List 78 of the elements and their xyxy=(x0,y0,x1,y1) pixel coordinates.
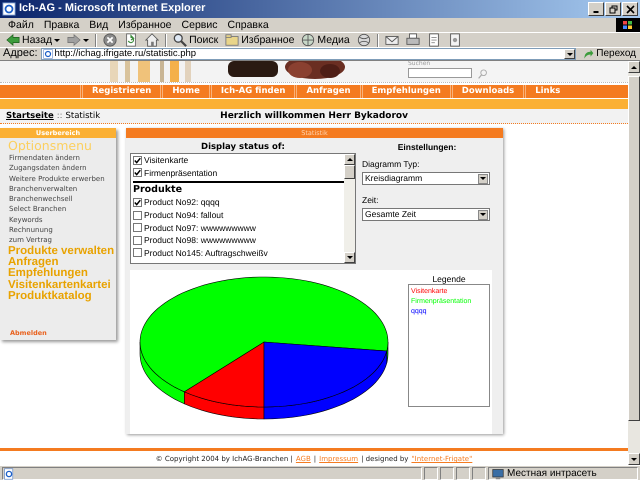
dropdown-button[interactable] xyxy=(564,49,576,59)
group-heading: Produkte xyxy=(132,184,184,196)
checkbox-item[interactable]: Visitenkarte xyxy=(131,154,344,167)
legend-title: Legende xyxy=(431,274,467,284)
checkbox[interactable] xyxy=(133,156,142,165)
status-pane xyxy=(472,467,486,480)
checkbox[interactable] xyxy=(133,236,142,245)
checkbox-item[interactable]: Product No98: wwwwwwwww xyxy=(131,234,344,247)
down-arrow-icon[interactable] xyxy=(631,458,637,460)
right-arrow-icon xyxy=(67,33,82,47)
go-arrow-icon xyxy=(583,48,594,60)
caret-icon xyxy=(83,38,90,42)
welcome-text: Herzlich willkommen Herr Bykadorov xyxy=(220,110,408,122)
back-button[interactable]: Назад xyxy=(3,32,64,48)
section-heading: Display status of: xyxy=(200,141,286,153)
field-label: Diagramm Typ: xyxy=(362,159,420,170)
search-icon xyxy=(173,33,188,47)
checkbox-item[interactable]: Product No92: qqqq xyxy=(131,196,344,209)
caret-icon[interactable] xyxy=(480,177,486,180)
close-icon xyxy=(626,4,634,14)
search-field[interactable] xyxy=(408,68,472,78)
home-icon xyxy=(145,33,160,47)
restore-icon xyxy=(608,4,618,14)
search-button[interactable]: Поиск xyxy=(170,32,222,48)
restore-button[interactable] xyxy=(605,2,621,16)
globe-icon xyxy=(301,33,316,47)
checkbox-item[interactable]: Product No145: Auftragschweißv xyxy=(131,246,344,260)
folder-icon xyxy=(225,33,240,47)
address-field[interactable]: http://ichag.ifrigate.ru/statistic.php xyxy=(40,48,576,60)
browser-icon xyxy=(2,2,16,16)
caret-icon xyxy=(54,38,60,42)
down-arrow-icon[interactable] xyxy=(346,256,352,259)
close-button[interactable] xyxy=(622,2,638,16)
section-heading: Einstellungen: xyxy=(396,141,458,153)
dropdown-field[interactable]: Gesamte Zeit xyxy=(362,208,490,221)
throbber-logo xyxy=(616,18,640,32)
minimize-button[interactable] xyxy=(588,2,604,16)
envelope-icon xyxy=(384,33,399,47)
favorites-button[interactable]: Избранное xyxy=(222,32,298,48)
globe-icon xyxy=(356,33,371,47)
status-pane xyxy=(456,467,470,480)
checkbox[interactable] xyxy=(133,210,142,220)
menu-item[interactable]: Вид xyxy=(84,18,114,32)
page-icon xyxy=(3,468,15,480)
up-arrow-icon[interactable] xyxy=(631,66,637,68)
media-button[interactable]: Медиа xyxy=(298,32,353,48)
caret-icon[interactable] xyxy=(480,213,486,216)
menu-item[interactable]: Справка xyxy=(222,18,274,32)
menu-item[interactable]: Правка xyxy=(38,18,84,32)
field-label: Zeit: xyxy=(362,195,380,206)
address-label: Адрес: xyxy=(3,47,38,61)
go-button[interactable]: Переход xyxy=(579,48,640,60)
minimize-icon xyxy=(593,11,599,13)
checkbox-item[interactable]: Product No94: fallout xyxy=(131,208,344,222)
breadcrumb-separator: :: xyxy=(56,110,62,122)
scrollbar[interactable] xyxy=(344,154,355,263)
caret-icon xyxy=(566,52,573,56)
left-arrow-icon xyxy=(6,33,20,47)
dropdown-field[interactable]: Kreisdiagramm xyxy=(362,172,490,185)
status-pane xyxy=(440,467,454,480)
menu-item[interactable]: Избранное xyxy=(113,18,177,32)
menu-item[interactable]: Файл xyxy=(3,18,39,32)
menu-item[interactable]: Сервис xyxy=(176,18,222,32)
scroll-thumb[interactable] xyxy=(344,165,355,179)
checkbox[interactable] xyxy=(133,248,142,258)
status-listbox[interactable]: Visitenkarte Firmenpräsentation Produkte Product No92: qqqq Product No94: fallout Product No97: wwwwwwwww Product No98: wwwwwwwww Product No145: Auftragschweißv xyxy=(130,153,356,264)
sidebar-heading: Optionsmenu xyxy=(7,138,93,153)
up-arrow-icon[interactable] xyxy=(346,158,352,161)
checkbox[interactable] xyxy=(133,198,142,207)
status-pane xyxy=(424,467,438,480)
breadcrumb-current: Statistik xyxy=(65,110,100,122)
checkbox-item[interactable]: Firmenpräsentation xyxy=(131,166,344,180)
checkbox[interactable] xyxy=(133,168,142,178)
window-title: Ich-AG - Microsoft Internet Explorer xyxy=(19,2,206,16)
breadcrumb-link[interactable]: Startseite xyxy=(6,110,54,122)
checkbox-item[interactable]: Product No97: wwwwwwwww xyxy=(131,221,344,234)
checkbox[interactable] xyxy=(133,223,142,232)
zone-label: Местная интрасеть xyxy=(507,468,597,480)
